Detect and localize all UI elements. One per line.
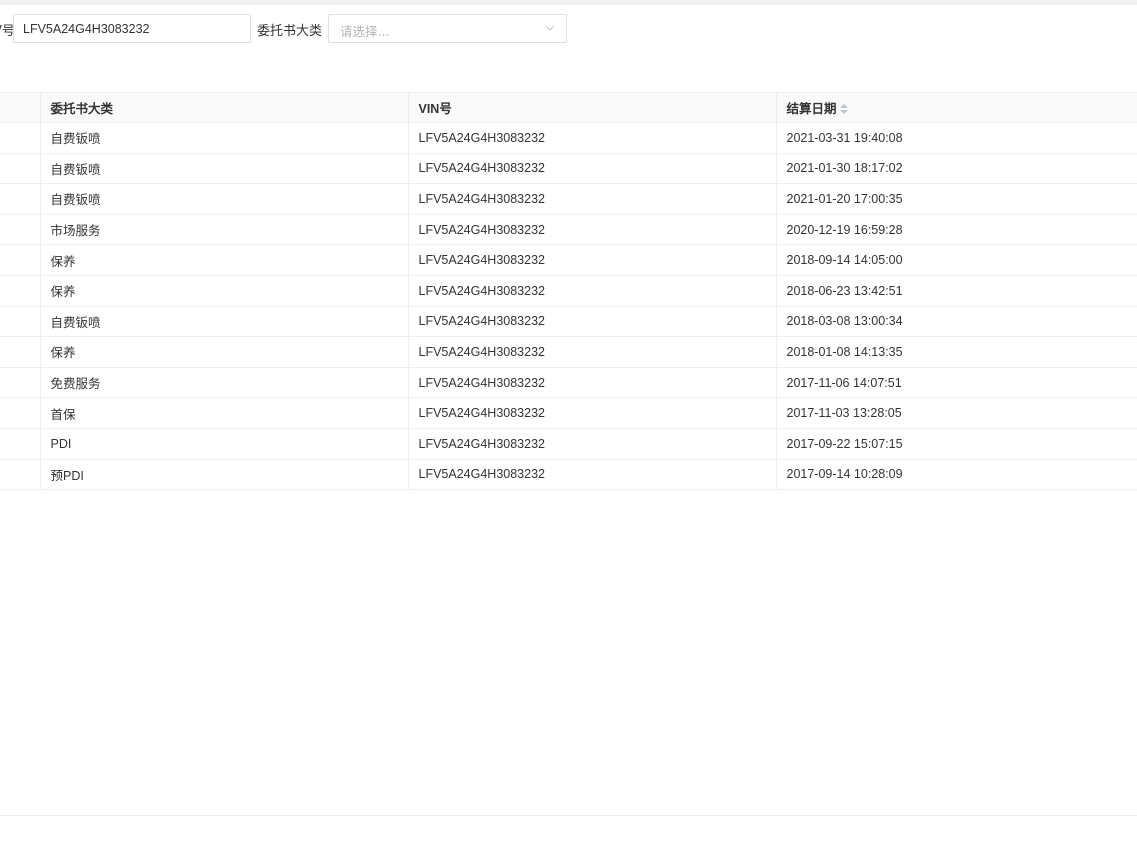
category-cell: 自费钣喷 — [40, 183, 409, 215]
category-cell: 自费钣喷 — [40, 306, 409, 338]
category-cell: 自费钣喷 — [40, 153, 409, 185]
table-row[interactable]: 保养 LFV5A24G4H3083232 2018-09-14 14:05:00 — [0, 244, 1137, 276]
table-row[interactable]: 保养 LFV5A24G4H3083232 2018-01-08 14:13:35 — [0, 336, 1137, 368]
category-cell: 自费钣喷 — [40, 122, 409, 154]
vin-cell: LFV5A24G4H3083232 — [408, 183, 777, 215]
category-cell: 保养 — [40, 244, 409, 276]
vin-cell: LFV5A24G4H3083232 — [408, 397, 777, 429]
settlement-date-cell: 2021-03-31 19:40:08 — [776, 122, 1137, 154]
table-header-row: 委托书大类 VIN号 结算日期 — [0, 92, 1137, 123]
vin-cell: LFV5A24G4H3083232 — [408, 153, 777, 185]
table-row[interactable]: 自费钣喷 LFV5A24G4H3083232 2021-01-20 17:00:35 — [0, 183, 1137, 215]
column-header-category: 委托书大类 — [40, 92, 409, 123]
settlement-date-cell: 2017-11-06 14:07:51 — [776, 367, 1137, 399]
table-row[interactable]: 免费服务 LFV5A24G4H3083232 2017-11-06 14:07:51 — [0, 367, 1137, 399]
column-header-vin: VIN号 — [408, 92, 777, 123]
settlement-date-cell: 2020-12-19 16:59:28 — [776, 214, 1137, 246]
settlement-date-cell: 2017-09-22 15:07:15 — [776, 428, 1137, 460]
table-row[interactable]: 保养 LFV5A24G4H3083232 2018-06-23 13:42:51 — [0, 275, 1137, 307]
bottom-divider — [0, 815, 1137, 816]
row-index-cell — [0, 153, 41, 185]
vin-cell: LFV5A24G4H3083232 — [408, 367, 777, 399]
results-table: 委托书大类 VIN号 结算日期 自费钣喷 LFV5A24G4H3083232 202… — [0, 92, 1137, 491]
sort-caret-icon[interactable] — [839, 103, 848, 116]
chevron-down-icon — [546, 26, 554, 31]
row-index-cell — [0, 306, 41, 338]
row-index-cell — [0, 183, 41, 215]
row-index-cell — [0, 214, 41, 246]
category-select-placeholder: 请选择... — [340, 24, 390, 39]
vin-cell: LFV5A24G4H3083232 — [408, 275, 777, 307]
table-row[interactable]: 市场服务 LFV5A24G4H3083232 2020-12-19 16:59:28 — [0, 214, 1137, 246]
vin-cell: LFV5A24G4H3083232 — [408, 428, 777, 460]
settlement-date-cell: 2018-01-08 14:13:35 — [776, 336, 1137, 368]
vin-cell: LFV5A24G4H3083232 — [408, 244, 777, 276]
row-index-cell — [0, 336, 41, 368]
row-index-cell — [0, 459, 41, 491]
row-index-cell — [0, 428, 41, 460]
table-row[interactable]: 自费钣喷 LFV5A24G4H3083232 2021-01-30 18:17:02 — [0, 153, 1137, 185]
column-header-settlement-date-label: 结算日期 — [786, 102, 837, 116]
filter-bar: V号 委托书大类 请选择... — [0, 14, 1137, 43]
vin-cell: LFV5A24G4H3083232 — [408, 336, 777, 368]
table-row[interactable]: 首保 LFV5A24G4H3083232 2017-11-03 13:28:05 — [0, 397, 1137, 429]
vin-input[interactable] — [13, 14, 251, 43]
row-index-cell — [0, 397, 41, 429]
settlement-date-cell: 2018-06-23 13:42:51 — [776, 275, 1137, 307]
settlement-date-cell: 2021-01-20 17:00:35 — [776, 183, 1137, 215]
settlement-date-cell: 2018-03-08 13:00:34 — [776, 306, 1137, 338]
column-header-settlement-date[interactable]: 结算日期 — [776, 92, 1137, 123]
settlement-date-cell: 2017-11-03 13:28:05 — [776, 397, 1137, 429]
table-row[interactable]: 自费钣喷 LFV5A24G4H3083232 2018-03-08 13:00:34 — [0, 306, 1137, 338]
category-cell: 市场服务 — [40, 214, 409, 246]
vin-cell: LFV5A24G4H3083232 — [408, 459, 777, 491]
category-select[interactable]: 请选择... — [328, 14, 567, 43]
settlement-date-cell: 2017-09-14 10:28:09 — [776, 459, 1137, 491]
category-cell: 首保 — [40, 397, 409, 429]
row-index-cell — [0, 367, 41, 399]
table-row[interactable]: PDI LFV5A24G4H3083232 2017-09-22 15:07:15 — [0, 428, 1137, 460]
table-row[interactable]: 预PDI LFV5A24G4H3083232 2017-09-14 10:28:09 — [0, 459, 1137, 491]
category-cell: 预PDI — [40, 459, 409, 491]
vin-cell: LFV5A24G4H3083232 — [408, 214, 777, 246]
category-cell: 保养 — [40, 336, 409, 368]
row-index-cell — [0, 122, 41, 154]
category-cell: PDI — [40, 428, 409, 460]
vin-cell: LFV5A24G4H3083232 — [408, 306, 777, 338]
category-cell: 保养 — [40, 275, 409, 307]
category-filter-label: 委托书大类 — [257, 24, 323, 39]
table-row[interactable]: 自费钣喷 LFV5A24G4H3083232 2021-03-31 19:40:08 — [0, 122, 1137, 154]
top-strip — [0, 0, 1137, 5]
row-index-cell — [0, 244, 41, 276]
category-cell: 免费服务 — [40, 367, 409, 399]
row-index-cell — [0, 275, 41, 307]
settlement-date-cell: 2021-01-30 18:17:02 — [776, 153, 1137, 185]
settlement-date-cell: 2018-09-14 14:05:00 — [776, 244, 1137, 276]
column-header-index — [0, 92, 41, 123]
vin-cell: LFV5A24G4H3083232 — [408, 122, 777, 154]
